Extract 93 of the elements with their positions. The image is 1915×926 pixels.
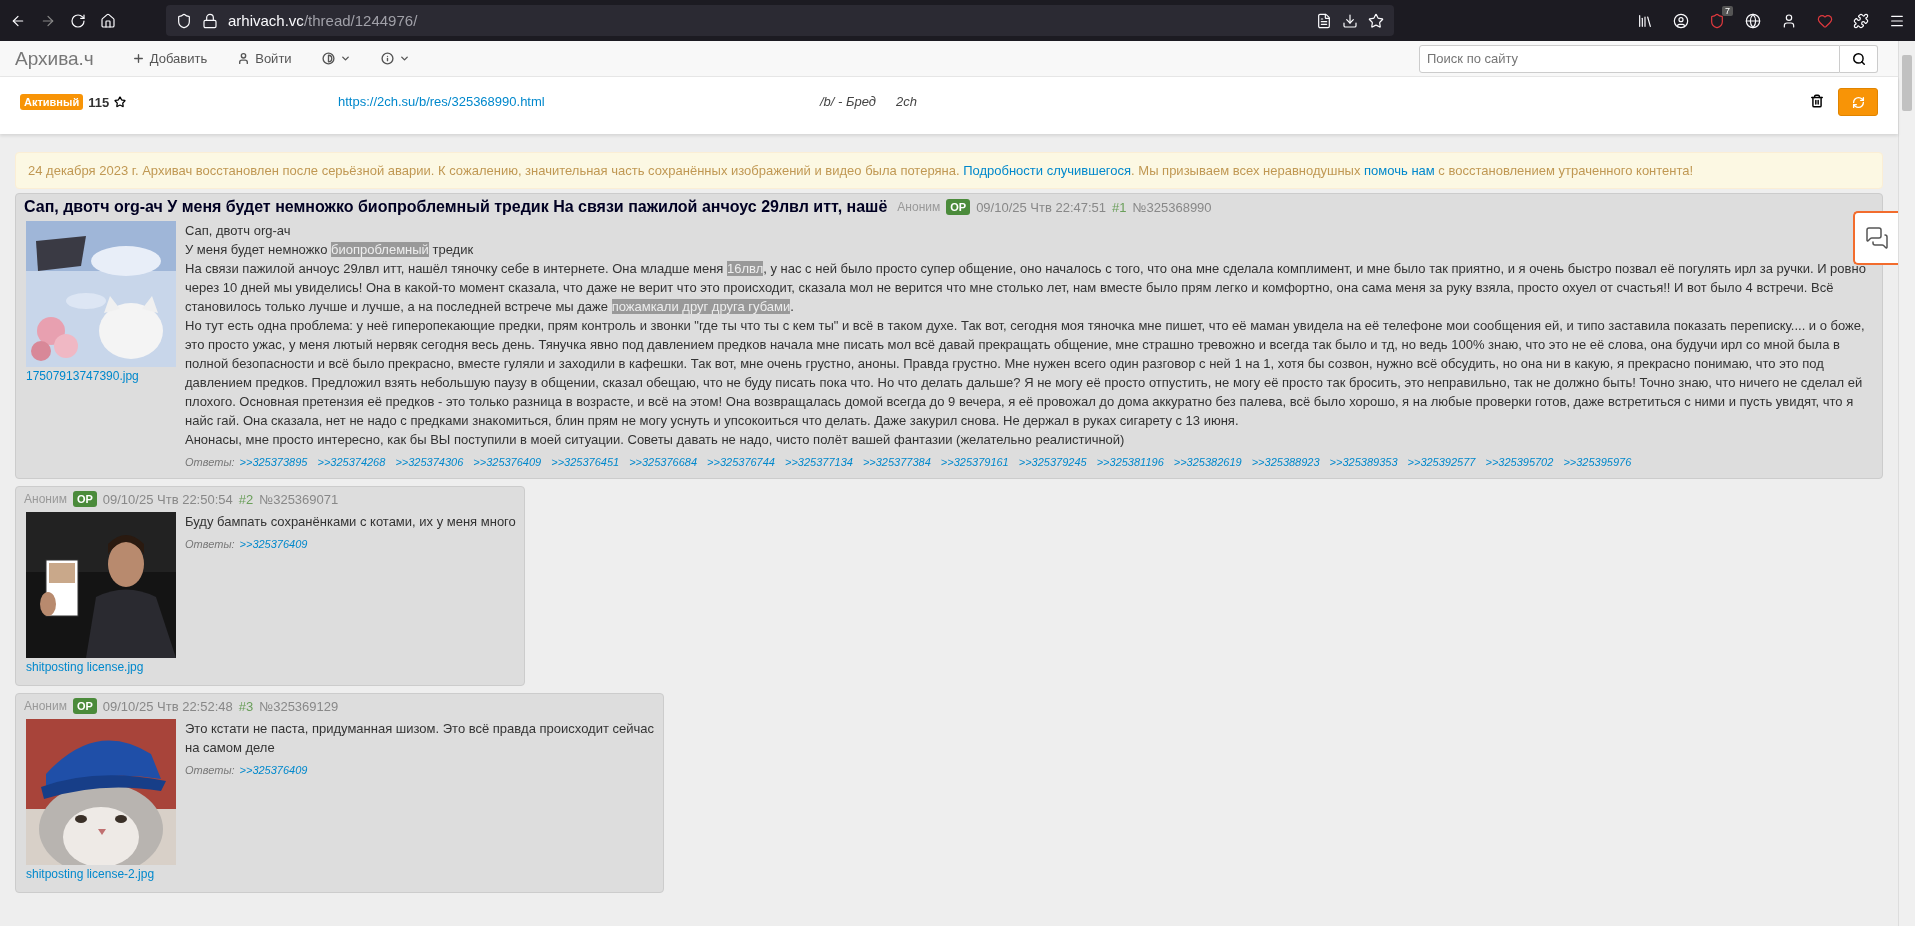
nav-icon	[380, 52, 394, 65]
extension-badge: 7	[1722, 5, 1733, 16]
reply-link[interactable]: >>325376409	[473, 453, 542, 472]
refresh-button[interactable]	[1838, 88, 1878, 116]
star-icon[interactable]	[114, 96, 127, 108]
nav-dropdown[interactable]	[321, 52, 351, 65]
extensions-icon[interactable]	[1853, 12, 1869, 29]
post-author: Аноним	[24, 492, 67, 506]
post-author: Аноним	[897, 200, 941, 214]
file-link[interactable]: 17507913747390.jpg	[26, 367, 176, 386]
replies-label: Ответы:	[185, 763, 235, 778]
file-link[interactable]: shitposting license-2.jpg	[26, 865, 176, 884]
post-number[interactable]: #3	[238, 698, 254, 714]
caret-icon	[398, 53, 410, 64]
post-date: 09/10/25 Чтв 22:47:51	[976, 199, 1107, 215]
post-date: 09/10/25 Чтв 22:50:54	[102, 491, 233, 507]
post-text: Буду бампать сохранёнками с котами, их у меня много	[185, 513, 516, 531]
post-text: На связи пажилой анчоус 29лвл итт, нашёл тяночку себе в интернете. Она младше меня 16лвл, у нас с ней было просто супер общение, оно началось с того, что она мне сделала комплимент, и мне было так приятно, и я очень быстро позвал её погулять ирл за ручки. И ровно через 10 дней мы увиделись! Она в какой-то момент сказала, что даже не верит что это происходит, сказала мол не верится что мне столько лет, нам вместе было прям легко и комфортно, она сама меня за руку взяла, просто охуел от счастья!! И вот было 4 встречи. Всё становилось только лучше и лучше, а на последней встрече мы даже пожамкали друг друга губами.	[185, 260, 1867, 316]
reply-link[interactable]: >>325381196	[1096, 453, 1164, 472]
replies-label: Ответы:	[185, 537, 235, 552]
trash-icon[interactable]	[1810, 94, 1824, 108]
post-id[interactable]: №325369129	[259, 698, 339, 714]
post-text: Анонасы, мне просто интересно, как бы ВЫ поступили в моей ситуации. Советы давать не надо, чисто полёт вашей фантазии (желательно реалистичной)	[185, 431, 1126, 449]
nav-icon	[237, 52, 251, 65]
reply-link[interactable]: >>325395976	[1563, 453, 1632, 472]
op-badge: OP	[946, 199, 971, 215]
reply-link[interactable]: >>325382619	[1173, 453, 1242, 472]
file-link[interactable]: shitposting license.jpg	[26, 658, 176, 677]
post-number[interactable]: #2	[238, 491, 254, 507]
reply-link[interactable]: >>325376409	[239, 535, 308, 554]
source-link[interactable]: https://2ch.su/b/res/325368990.html	[338, 94, 820, 109]
reply-link[interactable]: >>325374268	[317, 453, 386, 472]
post-text: Сап, двотч org-ач	[185, 222, 292, 240]
globe-icon[interactable]	[1745, 12, 1761, 29]
reply-link[interactable]: >>325376744	[707, 453, 775, 472]
site-logo[interactable]: Архива.ч	[15, 47, 94, 70]
op-badge: OP	[72, 698, 97, 714]
account-icon[interactable]	[1673, 12, 1689, 29]
reply-link[interactable]: >>325379161	[940, 453, 1009, 472]
post-id[interactable]: №325368990	[1132, 199, 1212, 215]
reply-link[interactable]: >>325377134	[785, 453, 853, 472]
reply-link[interactable]: >>325373895	[239, 453, 308, 472]
site-name: 2ch	[895, 94, 917, 109]
refresh-icon	[1851, 95, 1865, 109]
heart-icon[interactable]	[1817, 12, 1833, 29]
reply-link[interactable]: >>325374306	[395, 453, 464, 472]
post-text: Это кстати не паста, придуманная шизом. Это всё правда происходит сейчас на самом деле	[185, 720, 655, 757]
post-date: 09/10/25 Чтв 22:52:48	[102, 698, 233, 714]
status-badge: Активный	[20, 94, 84, 110]
replies-label: Ответы:	[185, 455, 235, 470]
caret-icon	[339, 53, 351, 64]
reply-link[interactable]: >>325389353	[1329, 453, 1398, 472]
search-icon	[1851, 51, 1866, 66]
reply-link[interactable]: >>325376451	[551, 453, 620, 472]
nav-icon	[131, 52, 145, 65]
reply-link[interactable]: >>325395702	[1485, 453, 1554, 472]
nav-link[interactable]: Добавить	[131, 51, 208, 66]
notice-link[interactable]: помочь нам	[1364, 163, 1435, 178]
post-author: Аноним	[24, 699, 67, 713]
scrollbar[interactable]	[1898, 41, 1915, 926]
shield-icon[interactable]	[176, 12, 192, 29]
reply-link[interactable]: >>325379245	[1018, 453, 1087, 472]
nav-icon	[321, 52, 335, 65]
search-button[interactable]	[1840, 44, 1878, 73]
post-text: Но тут есть одна проблема: у неё гиперопекающие предки, прям контроль и звонки "где ты что ты с кем ты" и всё в таком духе. Так вот, сегодня моя тяночка мне пишет, что её маман увидела на её телефоне мои сообщения ей, и типо заставила показать переписку.... и о боже, это просто ужас, у меня лютый нервяк сегодня весь день. Тянучка явно под давлением предков начала мне писать мол всё давай прекращать общение, мне страшно тревожно и всегда так было и тд, но ведь 100% знаю, что это не её слова, она будучи ирл со мной была в полной безопасности и всё было прекрасно, вместе гуляли и заходили в кафешки. Так вот, мне очень грустно, аноны. Правда грустно. Мне нужен всего один разговор с ней 1 на 1, хотя бы созвон, нужно всё обсудить, но она ни в какую, я прекрасно понимаю, что это под давлением предков. Предложил взять небольшую паузу в общении, сказал обещаю, что не буду писать пока что. Но что делать дальше? Я не могу её просто отпустить, не могу её просто так бросить, это неправильно, так не должно быть! Точно знаю, что ничего не сделал ей плохого. Основная претензия её предков - это только разница в возрасте, и всё на этом! Она возвращалась домой всегда до 9 вечера, я её провожал до дома аккуратно без палева, всё было хорошо, я на любые проверки готов, даже встретиться с ними и пусть увидят, что я найс гай. Она сказала, нет не надо с предками знакомиться, блин прям не могу уснуть и упсокоиться что делать. Даже закурил снова. Не держал в руках сигарету с 13 июня.	[185, 317, 1866, 430]
reply-link[interactable]: >>325392577	[1407, 453, 1476, 472]
chat-icon	[1864, 226, 1889, 250]
user-icon[interactable]	[1781, 12, 1797, 29]
home-icon[interactable]	[100, 12, 116, 29]
notice-text: 24 декабря 2023 г. Архивач восстановлен после серьёзной аварии. К сожалению, значительная часть сохранённых изображений и видео была потеряна. Подробности случившегося. Мы призываем всех неравнодушных помочь нам с восстановлением утраченного контента!	[15, 152, 1883, 189]
lock-icon[interactable]	[202, 12, 218, 29]
post-id[interactable]: №325369071	[259, 491, 339, 507]
reload-icon[interactable]	[70, 12, 86, 29]
post-title: Сап, двотч org-ач У меня будет немножко биопроблемный тредик На связи пажилой анчоус 29лвл итт, нашё	[24, 198, 888, 216]
notice-link[interactable]: Подробности случившегося	[963, 163, 1132, 178]
op-badge: OP	[72, 491, 97, 507]
feedback-button[interactable]	[1853, 211, 1898, 265]
download-icon[interactable]	[1342, 12, 1358, 29]
url-text: arhivach.vc/thread/1244976/	[228, 12, 419, 29]
post-count: 115	[88, 94, 110, 110]
nav-dropdown[interactable]	[380, 52, 410, 65]
search-field[interactable]: Поиск по сайту	[1419, 44, 1840, 73]
board-name: /b/ - Бред	[820, 94, 876, 109]
reply-link[interactable]: >>325388923	[1251, 453, 1320, 472]
post-number[interactable]: #1	[1112, 199, 1127, 215]
address-bar[interactable]: arhivach.vc/thread/1244976/	[166, 5, 1394, 36]
reply-link[interactable]: >>325377384	[862, 453, 931, 472]
reply-link[interactable]: >>325376684	[629, 453, 698, 472]
nav-link[interactable]: Войти	[237, 51, 292, 66]
library-icon[interactable]	[1637, 12, 1653, 29]
reply-link[interactable]: >>325376409	[239, 761, 308, 780]
reader-icon[interactable]	[1316, 12, 1332, 29]
bookmark-star-icon[interactable]	[1368, 12, 1384, 29]
